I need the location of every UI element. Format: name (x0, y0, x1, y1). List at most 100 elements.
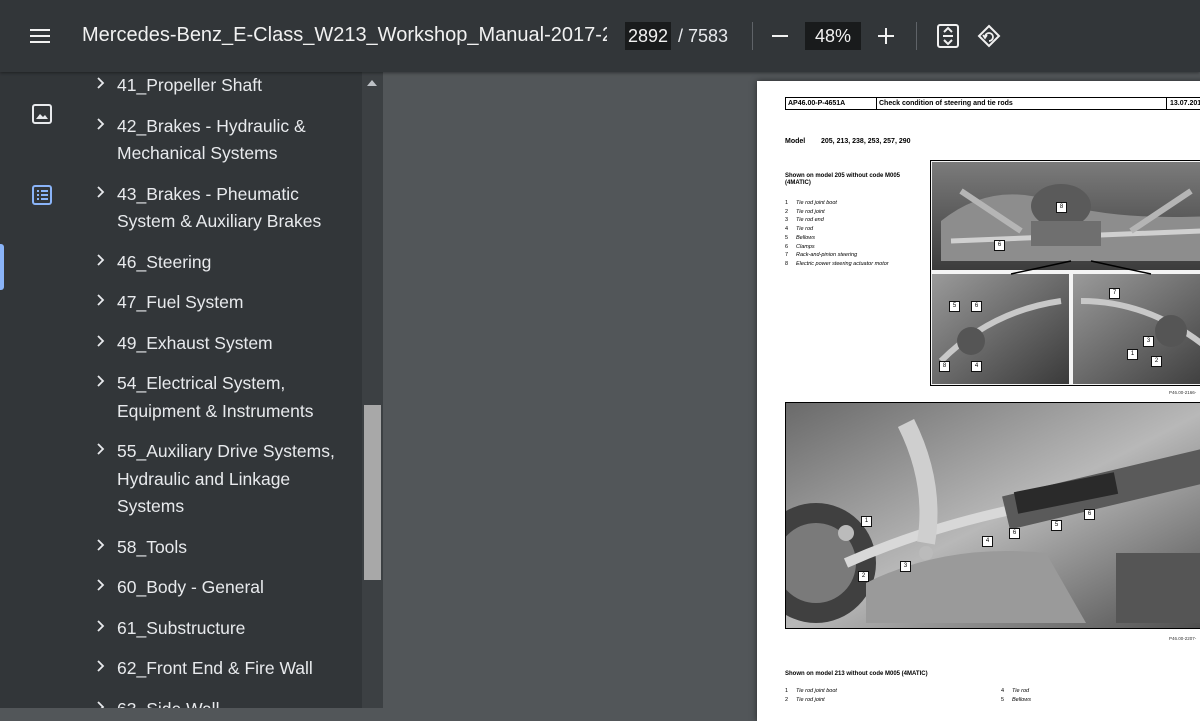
figure-steering-model-205: 6 7 8 5 6 4 8 3 2 1 (930, 160, 1200, 386)
page-total: / 7583 (678, 26, 729, 46)
callout-3: 3 (1143, 336, 1154, 347)
legend-number: 1 (785, 200, 789, 206)
outline-item-label: System & Auxiliary Brakes (117, 211, 322, 231)
chevron-right-icon[interactable] (95, 441, 107, 460)
chevron-right-icon[interactable] (95, 184, 107, 203)
legend-text: Rack-and-pinion steering (796, 252, 858, 259)
callout-6: 6 (1009, 528, 1020, 539)
legend-number: 1 (785, 688, 789, 694)
outline-button[interactable] (28, 181, 56, 209)
menu-icon[interactable] (28, 24, 52, 48)
outline-item-label: Hydraulic and Linkage (117, 468, 291, 489)
outline-scrollbar[interactable] (362, 72, 383, 708)
outline-item-label: 47_Fuel System (117, 292, 244, 312)
outline-item[interactable]: 49_Exhaust System (84, 330, 362, 371)
outline-item-label: 42_Brakes - Hydraulic & (117, 115, 306, 136)
chevron-right-icon[interactable] (95, 75, 107, 94)
legend-text: Tie rod end (796, 217, 824, 224)
outline-item[interactable]: 63_Side Wall (84, 696, 362, 708)
zoom-level-input[interactable]: 48% (805, 22, 861, 50)
outline-item[interactable]: 46_Steering (84, 249, 362, 290)
outline-item-label: 49_Exhaust System (117, 332, 273, 353)
legend-number: 5 (1001, 696, 1005, 703)
callout-6: 6 (994, 240, 1005, 251)
chevron-right-icon[interactable] (95, 252, 107, 271)
doc-title: Check condition of steering and tie rods (876, 98, 1159, 109)
plus-icon (878, 28, 894, 44)
callout-4: 4 (982, 536, 993, 547)
legend-text: Tie rod joint (796, 696, 825, 703)
scroll-up-arrow-icon[interactable] (367, 80, 377, 86)
outline-item-label: Equipment & Instruments (117, 400, 314, 421)
page-header-table: AP46.00-P-4651A Check condition of steer… (785, 97, 1200, 110)
outline-item-label: Systems (117, 496, 185, 516)
model-value: 205, 213, 238, 253, 257, 290 (821, 138, 911, 145)
doc-code: AP46.00-P-4651A (788, 100, 846, 107)
page-number-input[interactable]: 2892 (625, 22, 671, 50)
outline-item[interactable]: 61_Substructure (84, 615, 362, 656)
doc-date: 13.07.201 (1166, 98, 1200, 109)
steering-diagram-image (932, 162, 1200, 384)
outline-item-label: 54_Electrical System, (117, 373, 286, 393)
outline-item-label: 62_Front End & Fire Wall (117, 658, 313, 678)
legend-item: 4 Tie rod (785, 225, 889, 234)
outline-item[interactable]: 41_Propeller Shaft (84, 72, 362, 113)
legend-item: 5 Bellows (1001, 696, 1031, 705)
section2-legend-right: 4 Tie rod 5 Bellows (1001, 687, 1031, 704)
section1-legend: 1 Tie rod joint boot 2 Tie rod joint 3 Tie ro… (785, 199, 889, 269)
figure-steering-rack: 1 2 3 4 6 5 6 (785, 402, 1200, 629)
chevron-right-icon[interactable] (95, 537, 107, 556)
outline-icon (32, 185, 52, 205)
outline-item-label: 43_Brakes - Pheumatic (117, 183, 299, 204)
zoom-in-button[interactable] (871, 22, 901, 50)
pdf-page: AP46.00-P-4651A Check condition of steer… (757, 81, 1200, 721)
legend-text: Tie rod joint boot (796, 200, 837, 206)
legend-item: 2 Tie rod joint (785, 208, 889, 217)
legend-item: 3 Tie rod end (785, 216, 889, 225)
outline-item[interactable]: 47_Fuel System (84, 289, 362, 330)
zoom-out-button[interactable] (765, 22, 795, 50)
minus-icon (772, 35, 788, 37)
chevron-right-icon[interactable] (95, 292, 107, 311)
thumbnails-button[interactable] (28, 100, 56, 128)
chevron-right-icon[interactable] (95, 618, 107, 637)
toolbar-divider (916, 22, 917, 50)
chevron-right-icon[interactable] (95, 658, 107, 677)
outline-item[interactable]: 58_Tools (84, 534, 362, 575)
outline-item[interactable]: 43_Brakes - Pheumatic System & Auxiliary … (84, 181, 362, 249)
chevron-right-icon[interactable] (95, 116, 107, 135)
legend-number: 2 (785, 208, 789, 215)
fit-to-page-button[interactable] (933, 22, 963, 50)
steering-rack-image (786, 403, 1200, 628)
active-indicator (0, 244, 4, 290)
outline-item-label: 60_Body - General (117, 577, 264, 597)
scroll-thumb[interactable] (364, 405, 381, 580)
legend-number: 8 (785, 260, 789, 267)
chevron-right-icon[interactable] (95, 373, 107, 392)
rotate-icon (977, 24, 1001, 48)
callout-2: 2 (858, 571, 869, 582)
legend-text: Tie rod joint (796, 208, 825, 215)
outline-item[interactable]: 60_Body - General (84, 574, 362, 615)
legend-item: 5 Bellows (785, 234, 889, 243)
outline-item[interactable]: 55_Auxiliary Drive Systems, Hydraulic and… (84, 438, 362, 534)
chevron-right-icon[interactable] (95, 577, 107, 596)
callout-6: 6 (1084, 509, 1095, 520)
outline-item[interactable]: 54_Electrical System, Equipment & Instrum… (84, 370, 362, 438)
outline-item[interactable]: 62_Front End & Fire Wall (84, 655, 362, 696)
chevron-right-icon[interactable] (95, 699, 107, 708)
document-title: Mercedes-Benz_E-Class_W213_Workshop_Manu… (82, 24, 607, 46)
rotate-button[interactable] (974, 22, 1004, 50)
legend-text: Clamps (796, 243, 815, 250)
callout-1: 1 (861, 516, 872, 527)
outline-item-label: 41_Propeller Shaft (117, 75, 262, 95)
legend-text: Tie rod joint boot (796, 688, 837, 694)
pdf-toolbar: Mercedes-Benz_E-Class_W213_Workshop_Manu… (0, 0, 1200, 72)
legend-text: Tie rod (796, 226, 814, 233)
chevron-right-icon[interactable] (95, 333, 107, 352)
outline-item[interactable]: 42_Brakes - Hydraulic & Mechanical System… (84, 113, 362, 181)
callout-8: 8 (1056, 202, 1067, 213)
legend-item: 1 Tie rod joint boot (785, 199, 889, 208)
figure2-code: P46.00-2207- (1169, 636, 1197, 641)
legend-item: 8 Electric power steering actuator motor (785, 260, 889, 269)
